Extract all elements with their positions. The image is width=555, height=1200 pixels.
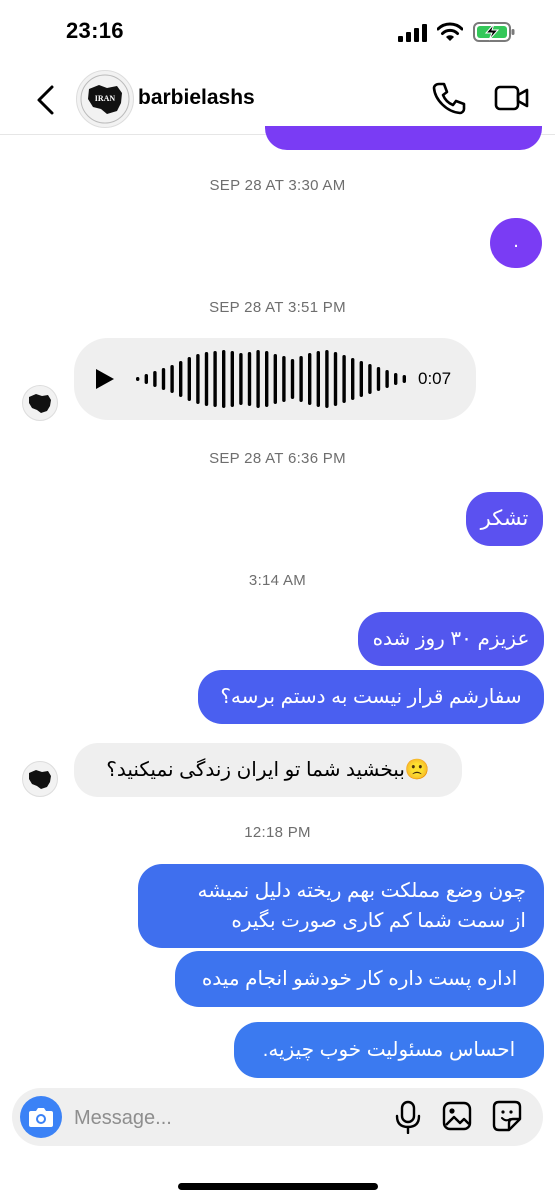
waveform-bar <box>385 370 389 388</box>
waveform-bar <box>239 353 243 405</box>
waveform-bar <box>187 357 191 401</box>
timestamp: 3:14 AM <box>248 572 307 589</box>
waveform-bar <box>161 368 166 390</box>
message-text: 🙁ببخشید شما تو ایران زندگی نمیکنید؟ <box>106 759 430 781</box>
message-bubble-outgoing[interactable]: . <box>490 218 542 268</box>
message-input[interactable] <box>72 1100 376 1136</box>
phone-icon[interactable] <box>431 80 467 116</box>
waveform-bar <box>222 350 226 408</box>
previous-message-bubble <box>265 126 542 150</box>
waveform-bar <box>196 354 200 404</box>
message-bubble-outgoing[interactable]: چون وضع مملکت بهم ریخته دلیل نمیشه از سم… <box>138 864 544 948</box>
microphone-icon[interactable] <box>394 1100 422 1134</box>
waveform-bar <box>333 352 338 406</box>
waveform-bar <box>247 352 252 406</box>
timestamp: SEP 28 AT 3:51 PM <box>209 299 346 316</box>
message-text: سفارشم قرار نیست به دستم برسه؟ <box>220 686 522 708</box>
message-bubble-outgoing[interactable]: اداره پست داره کار خودشو انجام میده <box>175 951 544 1007</box>
sender-avatar[interactable] <box>22 761 58 797</box>
waveform-bar <box>325 350 329 408</box>
iran-map-logo <box>29 394 51 413</box>
message-bubble-outgoing[interactable]: عزیزم ۳۰ روز شده <box>358 612 544 666</box>
message-text: احساس مسئولیت خوب چیزیه. <box>262 1039 516 1061</box>
waveform-bar <box>230 351 234 407</box>
svg-text:IRAN: IRAN <box>95 94 116 103</box>
waveform-bar <box>213 351 217 407</box>
timestamp: SEP 28 AT 3:30 AM <box>209 177 346 194</box>
waveform-bar <box>342 355 346 403</box>
message-text-line: چون وضع مملکت بهم ریخته دلیل نمیشه <box>197 880 527 902</box>
message-bubble-incoming[interactable]: 🙁ببخشید شما تو ایران زندگی نمیکنید؟ <box>74 743 462 797</box>
waveform-bar <box>273 354 277 404</box>
play-icon[interactable] <box>94 367 116 391</box>
waveform-bar <box>204 352 209 406</box>
voice-waveform[interactable] <box>132 348 410 410</box>
status-time: 23:16 <box>66 18 124 43</box>
waveform-bar <box>256 350 260 408</box>
waveform-bar <box>359 361 363 397</box>
home-indicator <box>178 1183 378 1190</box>
camera-icon <box>29 1108 53 1127</box>
waveform-bar <box>136 377 140 381</box>
chat-username[interactable]: barbielashs <box>138 86 255 110</box>
battery-charging-icon <box>473 22 515 42</box>
waveform-bar <box>299 356 303 402</box>
message-text: . <box>513 230 519 252</box>
video-camera-icon[interactable] <box>494 82 530 114</box>
waveform-bar <box>402 375 406 383</box>
waveform-bar <box>376 367 381 391</box>
waveform-bar <box>153 371 157 387</box>
cellular-signal-icon <box>398 24 427 42</box>
waveform-bar <box>282 356 286 402</box>
avatar[interactable]: IRAN <box>76 70 134 128</box>
gallery-icon[interactable] <box>442 1101 472 1131</box>
back-arrow-icon[interactable] <box>34 84 58 116</box>
sender-avatar[interactable] <box>22 385 58 421</box>
chat-header: IRAN barbielashs <box>0 62 555 135</box>
sticker-icon[interactable] <box>492 1100 522 1132</box>
wifi-icon <box>437 22 463 41</box>
message-bubble-outgoing[interactable]: تشکر <box>466 492 543 546</box>
waveform-bar <box>144 374 148 384</box>
waveform-bar <box>316 351 320 407</box>
waveform-bar <box>351 358 355 400</box>
waveform-bar <box>265 351 269 407</box>
timestamp: SEP 28 AT 6:36 PM <box>209 450 346 467</box>
waveform-bar <box>308 353 312 405</box>
message-text: تشکر <box>480 507 529 530</box>
message-bubble-outgoing[interactable]: سفارشم قرار نیست به دستم برسه؟ <box>198 670 544 724</box>
waveform-bar <box>290 359 295 399</box>
message-bubble-outgoing[interactable]: احساس مسئولیت خوب چیزیه. <box>234 1022 544 1078</box>
camera-button[interactable] <box>20 1096 62 1138</box>
waveform-bar <box>368 364 372 394</box>
iran-map-logo <box>29 770 51 789</box>
voice-duration: 0:07 <box>418 369 452 388</box>
waveform-bar <box>394 373 398 385</box>
iran-map-logo: IRAN <box>80 74 130 124</box>
waveform-bar <box>179 361 183 397</box>
waveform-bar <box>170 365 174 393</box>
message-text-line: از سمت شما کم کاری صورت بگیره <box>231 910 526 932</box>
message-text: اداره پست داره کار خودشو انجام میده <box>201 968 518 990</box>
message-text: عزیزم ۳۰ روز شده <box>372 628 530 650</box>
timestamp: 12:18 PM <box>244 824 311 841</box>
